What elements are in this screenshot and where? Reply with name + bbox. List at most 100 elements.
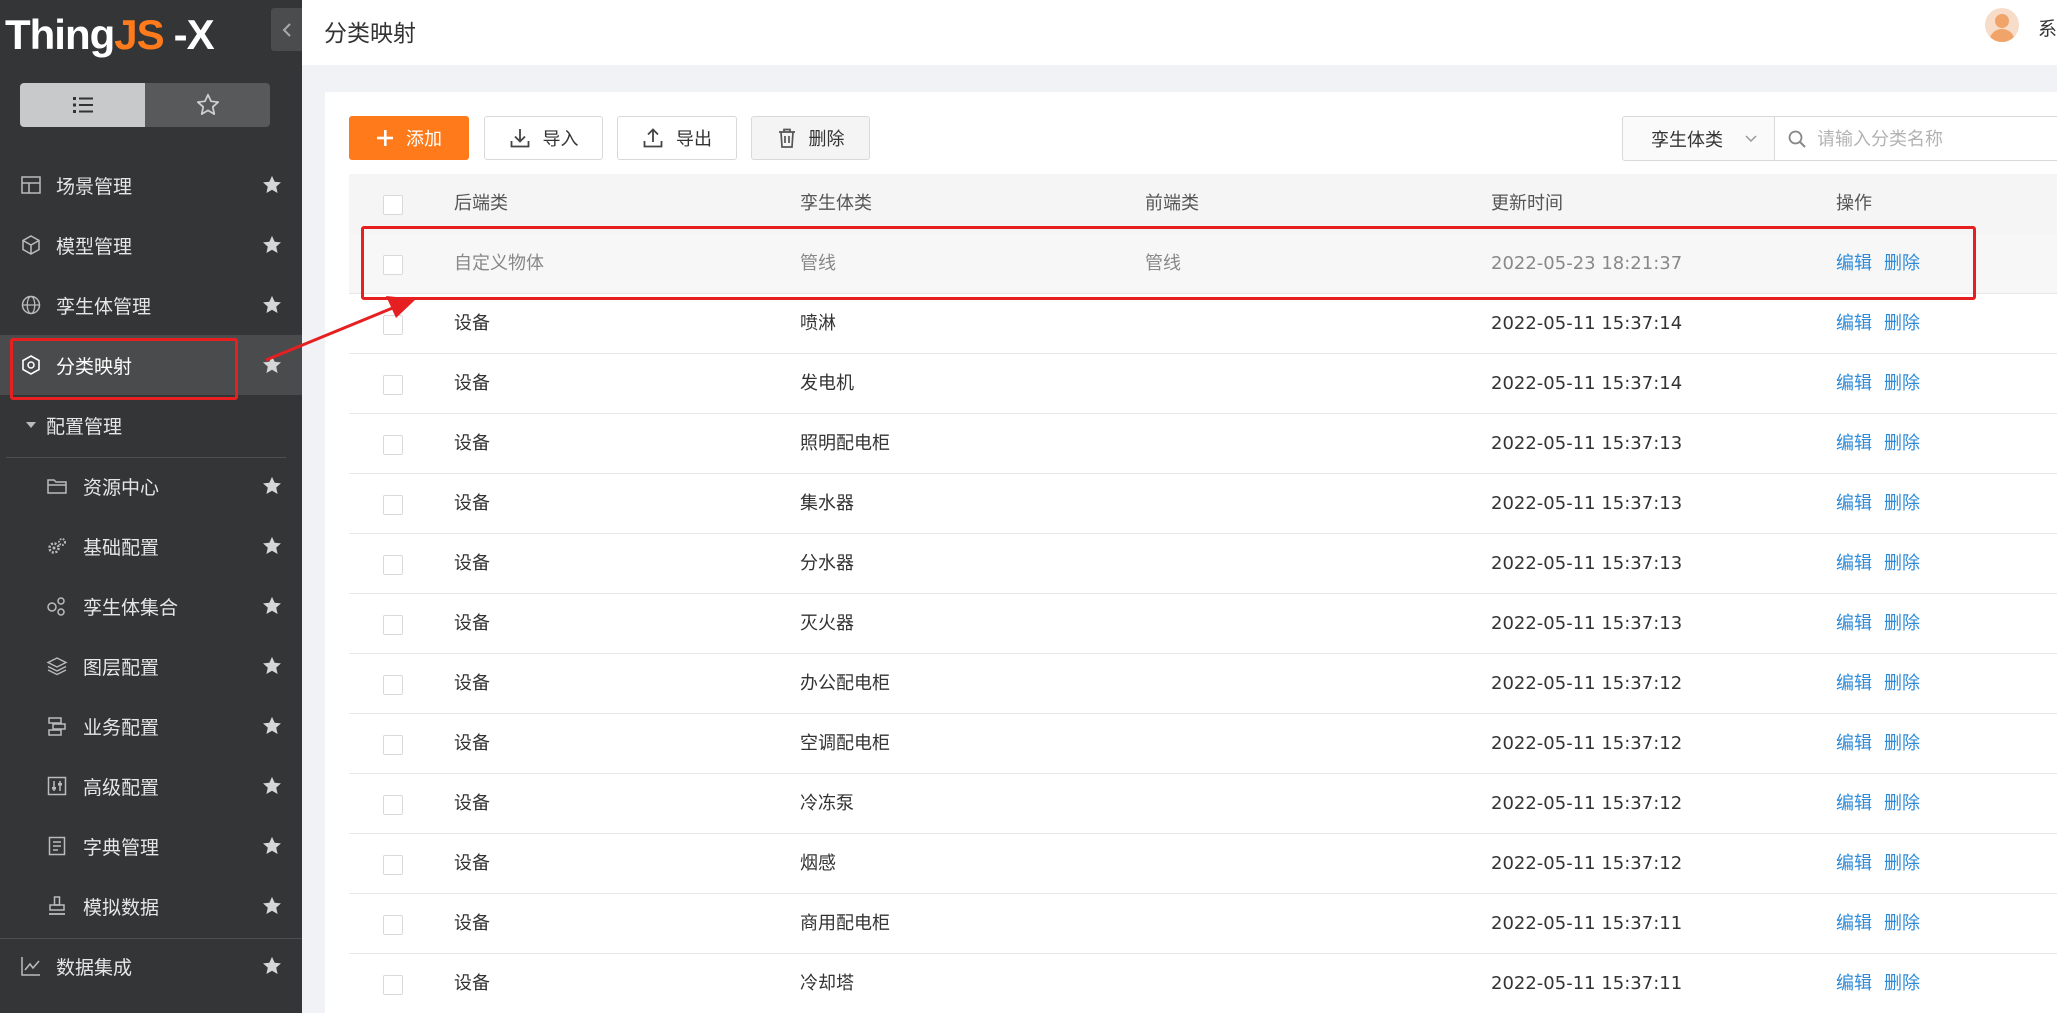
- cell-update-time: 2022-05-11 15:37:12: [1491, 853, 1683, 874]
- sidebar-item-label: 场景管理: [56, 175, 133, 198]
- delete-link[interactable]: 删除: [1884, 853, 1920, 874]
- sidebar-item-label: 基础配置: [83, 536, 160, 559]
- logo-suffix: -X: [173, 11, 215, 58]
- favorite-star-icon[interactable]: [260, 714, 284, 738]
- row-checkbox[interactable]: [383, 975, 403, 995]
- table-row: 设备 集水器 2022-05-11 15:37:13 编辑 删除: [349, 474, 2057, 534]
- cell-backend-class: 设备: [454, 673, 490, 694]
- favorite-star-icon[interactable]: [260, 954, 284, 978]
- favorite-star-icon[interactable]: [260, 594, 284, 618]
- edit-link[interactable]: 编辑: [1836, 853, 1872, 874]
- favorite-star-icon[interactable]: [260, 293, 284, 317]
- cell-update-time: 2022-05-11 15:37:12: [1491, 733, 1683, 754]
- sidebar-item-label: 业务配置: [83, 716, 160, 739]
- delete-link[interactable]: 删除: [1884, 913, 1920, 934]
- sidebar-item-caret-down[interactable]: 配置管理: [0, 395, 302, 455]
- user-name[interactable]: 系统: [2038, 14, 2057, 41]
- row-checkbox[interactable]: [383, 855, 403, 875]
- row-checkbox[interactable]: [383, 315, 403, 335]
- row-checkbox[interactable]: [383, 675, 403, 695]
- edit-link[interactable]: 编辑: [1836, 613, 1872, 634]
- edit-link[interactable]: 编辑: [1836, 373, 1872, 394]
- sidebar-item-stamp[interactable]: 模拟数据: [0, 876, 302, 936]
- edit-link[interactable]: 编辑: [1836, 673, 1872, 694]
- favorite-star-icon[interactable]: [260, 894, 284, 918]
- edit-link[interactable]: 编辑: [1836, 313, 1872, 334]
- row-checkbox[interactable]: [383, 555, 403, 575]
- sidebar-item-cube[interactable]: 模型管理: [0, 215, 302, 275]
- delete-link[interactable]: 删除: [1884, 793, 1920, 814]
- cell-actions: 编辑 删除: [1836, 894, 1920, 954]
- sidebar-item-globe[interactable]: 孪生体管理: [0, 275, 302, 335]
- row-checkbox[interactable]: [383, 735, 403, 755]
- user-avatar[interactable]: [1985, 8, 2019, 42]
- row-checkbox[interactable]: [383, 795, 403, 815]
- delete-link[interactable]: 删除: [1884, 433, 1920, 454]
- sidebar-item-gears[interactable]: 基础配置: [0, 516, 302, 576]
- favorite-star-icon[interactable]: [260, 173, 284, 197]
- favorite-star-icon[interactable]: [260, 353, 284, 377]
- edit-link[interactable]: 编辑: [1836, 493, 1872, 514]
- edit-link[interactable]: 编辑: [1836, 913, 1872, 934]
- sidebar-item-scene-grid[interactable]: 场景管理: [0, 155, 302, 215]
- twin-type-select[interactable]: 孪生体类: [1622, 116, 1775, 161]
- table-row: 设备 分水器 2022-05-11 15:37:13 编辑 删除: [349, 534, 2057, 594]
- sidebar-item-business[interactable]: 业务配置: [0, 696, 302, 756]
- app-logo: Thing JS -X: [5, 10, 215, 60]
- favorites-view-tab[interactable]: [145, 83, 270, 127]
- sidebar-item-collection[interactable]: 孪生体集合: [0, 576, 302, 636]
- cell-update-time: 2022-05-11 15:37:13: [1491, 493, 1683, 514]
- delete-link[interactable]: 删除: [1884, 373, 1920, 394]
- export-button[interactable]: 导出: [617, 116, 737, 160]
- sidebar-item-dictionary[interactable]: 字典管理: [0, 816, 302, 876]
- favorite-star-icon[interactable]: [260, 233, 284, 257]
- favorite-star-icon[interactable]: [260, 654, 284, 678]
- sidebar-item-layers[interactable]: 图层配置: [0, 636, 302, 696]
- edit-link[interactable]: 编辑: [1836, 793, 1872, 814]
- delete-button[interactable]: 删除: [751, 116, 870, 160]
- favorite-star-icon[interactable]: [260, 474, 284, 498]
- top-header: 分类映射 系统: [302, 0, 2057, 65]
- cell-update-time: 2022-05-11 15:37:13: [1491, 613, 1683, 634]
- cell-twin-class: 商用配电柜: [800, 913, 890, 934]
- row-checkbox[interactable]: [383, 375, 403, 395]
- delete-link[interactable]: 删除: [1884, 613, 1920, 634]
- edit-link[interactable]: 编辑: [1836, 553, 1872, 574]
- add-button[interactable]: 添加: [349, 116, 469, 160]
- delete-link[interactable]: 删除: [1884, 673, 1920, 694]
- avatar-icon: [1989, 14, 2015, 42]
- sidebar-item-sliders[interactable]: 高级配置: [0, 756, 302, 816]
- sidebar-item-chart-line[interactable]: 数据集成: [0, 936, 302, 996]
- edit-link[interactable]: 编辑: [1836, 973, 1872, 994]
- collapse-sidebar-button[interactable]: [271, 8, 302, 51]
- import-button-label: 导入: [542, 129, 579, 150]
- edit-link[interactable]: 编辑: [1836, 733, 1872, 754]
- scene-grid-icon: [20, 174, 42, 196]
- select-all-checkbox[interactable]: [383, 195, 403, 215]
- row-checkbox[interactable]: [383, 615, 403, 635]
- cell-backend-class: 设备: [454, 853, 490, 874]
- import-button[interactable]: 导入: [484, 116, 603, 160]
- trash-icon: [777, 127, 797, 149]
- delete-link[interactable]: 删除: [1884, 553, 1920, 574]
- favorite-star-icon[interactable]: [260, 534, 284, 558]
- delete-link[interactable]: 删除: [1884, 973, 1920, 994]
- upload-icon: [642, 127, 664, 149]
- row-checkbox[interactable]: [383, 435, 403, 455]
- delete-link[interactable]: 删除: [1884, 733, 1920, 754]
- favorite-star-icon[interactable]: [260, 834, 284, 858]
- list-view-tab[interactable]: [20, 83, 145, 127]
- row-checkbox[interactable]: [383, 495, 403, 515]
- chevron-down-icon: [1743, 129, 1759, 154]
- download-icon: [509, 127, 531, 149]
- delete-link[interactable]: 删除: [1884, 493, 1920, 514]
- delete-link[interactable]: 删除: [1884, 313, 1920, 334]
- row-checkbox[interactable]: [383, 915, 403, 935]
- sidebar-item-folder[interactable]: 资源中心: [0, 456, 302, 516]
- business-icon: [46, 715, 68, 737]
- column-header: 操作: [1836, 193, 1872, 214]
- edit-link[interactable]: 编辑: [1836, 433, 1872, 454]
- favorite-star-icon[interactable]: [260, 774, 284, 798]
- list-icon: [72, 97, 93, 113]
- search-input[interactable]: [1817, 125, 2057, 153]
